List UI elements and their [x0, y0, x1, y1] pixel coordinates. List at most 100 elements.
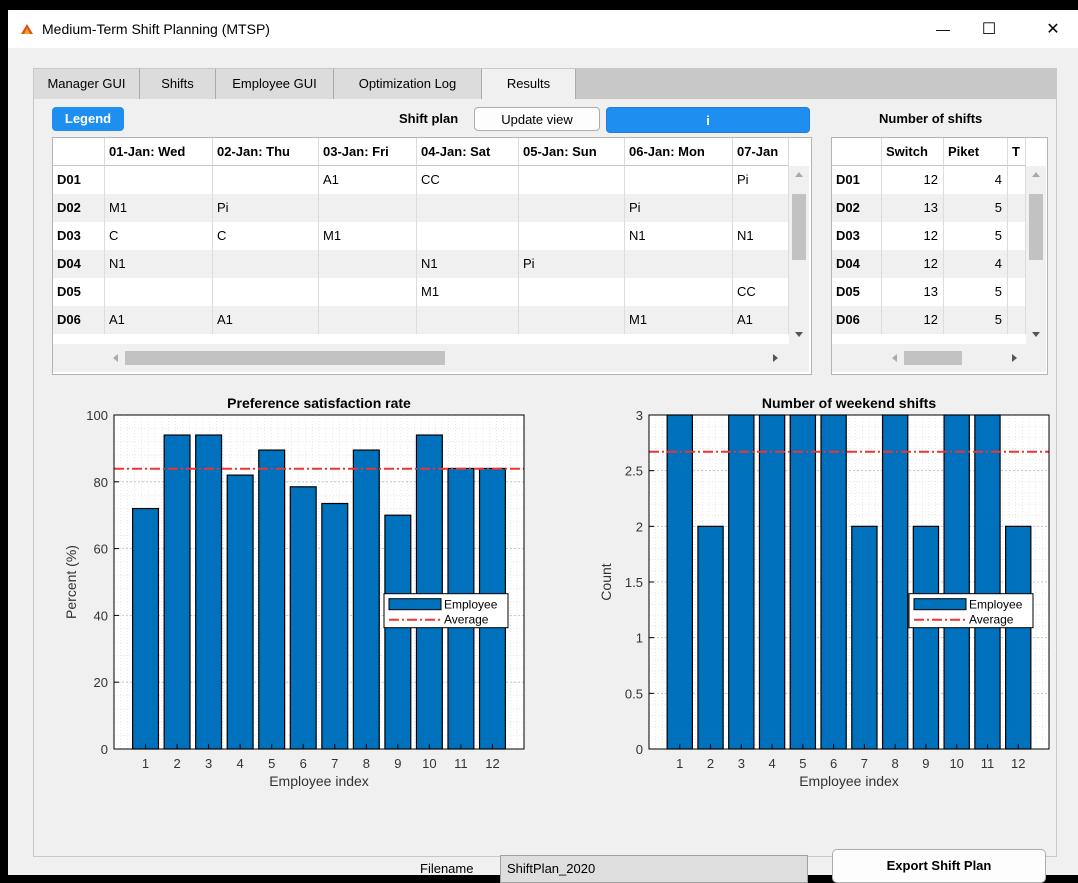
- table-cell[interactable]: C: [105, 222, 213, 250]
- table-cell[interactable]: 4: [944, 250, 1008, 278]
- table-cell[interactable]: [213, 250, 319, 278]
- table-cell[interactable]: [319, 306, 417, 334]
- scroll-right-arrow-icon[interactable]: [1012, 354, 1017, 362]
- table-cell[interactable]: [417, 194, 519, 222]
- header-cell[interactable]: 01-Jan: Wed: [105, 138, 213, 166]
- table-cell[interactable]: 5: [944, 306, 1008, 334]
- header-cell[interactable]: Piket: [944, 138, 1008, 166]
- table-cell[interactable]: 5: [944, 222, 1008, 250]
- header-cell[interactable]: Switch: [882, 138, 944, 166]
- close-button[interactable]: ✕: [1030, 10, 1076, 48]
- scrollbar-thumb[interactable]: [125, 351, 445, 365]
- table-cell[interactable]: [417, 306, 519, 334]
- scrollbar-thumb[interactable]: [1029, 194, 1043, 260]
- table-cell[interactable]: [1008, 222, 1026, 250]
- table-cell[interactable]: Pi: [733, 166, 789, 194]
- number-of-shifts-table[interactable]: Switch Piket T D01 12 4 D02 13 5 D03 12 5 D04 12 4 D…: [831, 137, 1048, 375]
- table-cell[interactable]: 5: [944, 278, 1008, 306]
- maximize-button[interactable]: ☐: [966, 10, 1012, 48]
- table-cell[interactable]: [105, 166, 213, 194]
- tab-manager-gui[interactable]: Manager GUI: [34, 69, 140, 99]
- header-cell[interactable]: 02-Jan: Thu: [213, 138, 319, 166]
- table-cell[interactable]: Pi: [213, 194, 319, 222]
- table-cell[interactable]: N1: [625, 222, 733, 250]
- update-view-button[interactable]: Update view: [474, 107, 600, 131]
- legend-button[interactable]: Legend: [52, 107, 124, 131]
- table-cell[interactable]: [519, 166, 625, 194]
- table-cell[interactable]: [319, 278, 417, 306]
- table-cell[interactable]: [519, 194, 625, 222]
- table-cell[interactable]: N1: [733, 222, 789, 250]
- header-cell[interactable]: 06-Jan: Mon: [625, 138, 733, 166]
- table-cell[interactable]: 12: [882, 250, 944, 278]
- table-cell[interactable]: [1008, 278, 1026, 306]
- table-cell[interactable]: A1: [733, 306, 789, 334]
- shift-plan-table[interactable]: 01-Jan: Wed 02-Jan: Thu 03-Jan: Fri 04-J…: [52, 137, 812, 375]
- scroll-down-arrow-icon[interactable]: [1032, 332, 1040, 337]
- info-button[interactable]: i: [606, 107, 810, 133]
- scroll-left-arrow-icon[interactable]: [892, 354, 897, 362]
- table-cell[interactable]: [1008, 166, 1026, 194]
- table-cell[interactable]: 13: [882, 278, 944, 306]
- table-cell[interactable]: M1: [105, 194, 213, 222]
- table-cell[interactable]: N1: [417, 250, 519, 278]
- vertical-scrollbar[interactable]: [789, 166, 809, 344]
- table-cell[interactable]: M1: [417, 278, 519, 306]
- table-cell[interactable]: 13: [882, 194, 944, 222]
- scroll-left-arrow-icon[interactable]: [113, 354, 118, 362]
- header-cell[interactable]: 04-Jan: Sat: [417, 138, 519, 166]
- scroll-up-arrow-icon[interactable]: [1032, 172, 1040, 177]
- table-cell[interactable]: C: [213, 222, 319, 250]
- table-cell[interactable]: [625, 250, 733, 278]
- table-cell[interactable]: [625, 278, 733, 306]
- table-cell[interactable]: 12: [882, 166, 944, 194]
- table-cell[interactable]: [733, 194, 789, 222]
- header-cell[interactable]: 03-Jan: Fri: [319, 138, 417, 166]
- header-cell[interactable]: T: [1008, 138, 1026, 166]
- header-cell[interactable]: 05-Jan: Sun: [519, 138, 625, 166]
- tab-optimization-log[interactable]: Optimization Log: [334, 69, 482, 99]
- table-cell[interactable]: [519, 222, 625, 250]
- header-cell[interactable]: 07-Jan: [733, 138, 789, 166]
- tab-results[interactable]: Results: [482, 69, 576, 99]
- table-cell[interactable]: Pi: [625, 194, 733, 222]
- table-cell[interactable]: A1: [105, 306, 213, 334]
- table-cell[interactable]: [1008, 194, 1026, 222]
- export-shift-plan-button[interactable]: Export Shift Plan: [832, 849, 1046, 883]
- minimize-button[interactable]: —: [920, 10, 966, 48]
- table-cell[interactable]: 4: [944, 166, 1008, 194]
- horizontal-scrollbar[interactable]: [53, 344, 809, 372]
- table-cell[interactable]: [213, 166, 319, 194]
- table-cell[interactable]: [319, 194, 417, 222]
- table-cell[interactable]: CC: [733, 278, 789, 306]
- table-cell[interactable]: [519, 278, 625, 306]
- table-cell[interactable]: 12: [882, 306, 944, 334]
- scrollbar-thumb[interactable]: [904, 351, 962, 365]
- table-cell[interactable]: A1: [319, 166, 417, 194]
- scrollbar-thumb[interactable]: [792, 194, 806, 260]
- table-cell[interactable]: A1: [213, 306, 319, 334]
- table-cell[interactable]: [1008, 306, 1026, 334]
- table-cell[interactable]: CC: [417, 166, 519, 194]
- table-cell[interactable]: M1: [625, 306, 733, 334]
- table-cell[interactable]: N1: [105, 250, 213, 278]
- horizontal-scrollbar[interactable]: [832, 344, 1046, 372]
- table-cell[interactable]: [319, 250, 417, 278]
- table-cell[interactable]: Pi: [519, 250, 625, 278]
- table-cell[interactable]: [733, 250, 789, 278]
- tab-employee-gui[interactable]: Employee GUI: [216, 69, 334, 99]
- table-cell[interactable]: [519, 306, 625, 334]
- table-cell[interactable]: [213, 278, 319, 306]
- table-cell[interactable]: [1008, 250, 1026, 278]
- table-cell[interactable]: 12: [882, 222, 944, 250]
- vertical-scrollbar[interactable]: [1026, 166, 1046, 344]
- scroll-up-arrow-icon[interactable]: [795, 172, 803, 177]
- scroll-down-arrow-icon[interactable]: [795, 332, 803, 337]
- table-cell[interactable]: 5: [944, 194, 1008, 222]
- table-cell[interactable]: [105, 278, 213, 306]
- table-cell[interactable]: M1: [319, 222, 417, 250]
- table-cell[interactable]: [417, 222, 519, 250]
- filename-field[interactable]: ShiftPlan_2020: [500, 855, 808, 883]
- table-cell[interactable]: [625, 166, 733, 194]
- scroll-right-arrow-icon[interactable]: [773, 354, 778, 362]
